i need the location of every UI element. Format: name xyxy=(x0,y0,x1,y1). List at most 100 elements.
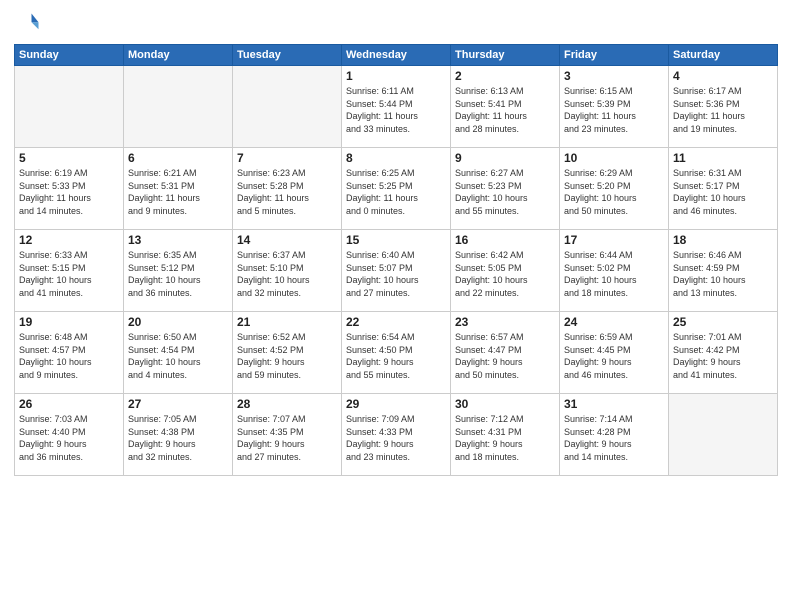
calendar-cell: 3 Sunrise: 6:15 AM Sunset: 5:39 PM Daylig… xyxy=(560,66,669,148)
day-number: 1 xyxy=(346,69,446,83)
day-number: 9 xyxy=(455,151,555,165)
calendar-cell: 2 Sunrise: 6:13 AM Sunset: 5:41 PM Daylig… xyxy=(451,66,560,148)
day-number: 18 xyxy=(673,233,773,247)
day-info: Sunrise: 7:09 AM Sunset: 4:33 PM Dayligh… xyxy=(346,413,446,463)
day-info: Sunrise: 6:11 AM Sunset: 5:44 PM Dayligh… xyxy=(346,85,446,135)
day-info: Sunrise: 6:23 AM Sunset: 5:28 PM Dayligh… xyxy=(237,167,337,217)
day-info: Sunrise: 6:50 AM Sunset: 4:54 PM Dayligh… xyxy=(128,331,228,381)
logo-icon xyxy=(14,10,42,38)
calendar-cell: 29 Sunrise: 7:09 AM Sunset: 4:33 PM Dayli… xyxy=(342,394,451,476)
calendar-cell: 9 Sunrise: 6:27 AM Sunset: 5:23 PM Daylig… xyxy=(451,148,560,230)
weekday-header-thursday: Thursday xyxy=(451,45,560,66)
calendar-cell: 5Sunrise: 6:19 AM Sunset: 5:33 PM Daylig… xyxy=(15,148,124,230)
calendar-cell: 12 Sunrise: 6:33 AM Sunset: 5:15 PM Dayli… xyxy=(15,230,124,312)
week-row-3: 12 Sunrise: 6:33 AM Sunset: 5:15 PM Dayli… xyxy=(15,230,778,312)
day-number: 19 xyxy=(19,315,119,329)
day-info: Sunrise: 7:05 AM Sunset: 4:38 PM Dayligh… xyxy=(128,413,228,463)
header xyxy=(14,10,778,38)
calendar-cell: 16 Sunrise: 6:42 AM Sunset: 5:05 PM Dayli… xyxy=(451,230,560,312)
day-number: 2 xyxy=(455,69,555,83)
day-info: Sunrise: 6:15 AM Sunset: 5:39 PM Dayligh… xyxy=(564,85,664,135)
day-info: Sunrise: 7:03 AM Sunset: 4:40 PM Dayligh… xyxy=(19,413,119,463)
calendar-cell: 10Sunrise: 6:29 AM Sunset: 5:20 PM Dayli… xyxy=(560,148,669,230)
calendar-cell xyxy=(124,66,233,148)
weekday-header-monday: Monday xyxy=(124,45,233,66)
day-info: Sunrise: 6:21 AM Sunset: 5:31 PM Dayligh… xyxy=(128,167,228,217)
day-info: Sunrise: 6:40 AM Sunset: 5:07 PM Dayligh… xyxy=(346,249,446,299)
day-number: 29 xyxy=(346,397,446,411)
day-number: 25 xyxy=(673,315,773,329)
day-number: 11 xyxy=(673,151,773,165)
page: SundayMondayTuesdayWednesdayThursdayFrid… xyxy=(0,0,792,612)
weekday-header-sunday: Sunday xyxy=(15,45,124,66)
day-info: Sunrise: 6:42 AM Sunset: 5:05 PM Dayligh… xyxy=(455,249,555,299)
calendar-cell: 17 Sunrise: 6:44 AM Sunset: 5:02 PM Dayli… xyxy=(560,230,669,312)
day-number: 6 xyxy=(128,151,228,165)
calendar-cell: 20 Sunrise: 6:50 AM Sunset: 4:54 PM Dayli… xyxy=(124,312,233,394)
logo xyxy=(14,10,44,38)
day-number: 8 xyxy=(346,151,446,165)
day-number: 21 xyxy=(237,315,337,329)
day-info: Sunrise: 6:27 AM Sunset: 5:23 PM Dayligh… xyxy=(455,167,555,217)
day-info: Sunrise: 6:37 AM Sunset: 5:10 PM Dayligh… xyxy=(237,249,337,299)
calendar-cell: 8 Sunrise: 6:25 AM Sunset: 5:25 PM Daylig… xyxy=(342,148,451,230)
calendar-cell: 4Sunrise: 6:17 AM Sunset: 5:36 PM Daylig… xyxy=(669,66,778,148)
day-number: 28 xyxy=(237,397,337,411)
day-info: Sunrise: 7:14 AM Sunset: 4:28 PM Dayligh… xyxy=(564,413,664,463)
weekday-header-friday: Friday xyxy=(560,45,669,66)
day-info: Sunrise: 6:35 AM Sunset: 5:12 PM Dayligh… xyxy=(128,249,228,299)
calendar-cell: 24Sunrise: 6:59 AM Sunset: 4:45 PM Dayli… xyxy=(560,312,669,394)
day-info: Sunrise: 7:07 AM Sunset: 4:35 PM Dayligh… xyxy=(237,413,337,463)
day-info: Sunrise: 7:12 AM Sunset: 4:31 PM Dayligh… xyxy=(455,413,555,463)
calendar-cell: 26 Sunrise: 7:03 AM Sunset: 4:40 PM Dayli… xyxy=(15,394,124,476)
calendar-cell: 7 Sunrise: 6:23 AM Sunset: 5:28 PM Daylig… xyxy=(233,148,342,230)
calendar-cell: 28 Sunrise: 7:07 AM Sunset: 4:35 PM Dayli… xyxy=(233,394,342,476)
day-number: 4 xyxy=(673,69,773,83)
day-info: Sunrise: 6:57 AM Sunset: 4:47 PM Dayligh… xyxy=(455,331,555,381)
day-info: Sunrise: 6:13 AM Sunset: 5:41 PM Dayligh… xyxy=(455,85,555,135)
day-number: 3 xyxy=(564,69,664,83)
day-info: Sunrise: 6:44 AM Sunset: 5:02 PM Dayligh… xyxy=(564,249,664,299)
day-number: 27 xyxy=(128,397,228,411)
calendar-cell: 15 Sunrise: 6:40 AM Sunset: 5:07 PM Dayli… xyxy=(342,230,451,312)
day-info: Sunrise: 6:46 AM Sunset: 4:59 PM Dayligh… xyxy=(673,249,773,299)
week-row-1: 1 Sunrise: 6:11 AM Sunset: 5:44 PM Daylig… xyxy=(15,66,778,148)
day-info: Sunrise: 6:54 AM Sunset: 4:50 PM Dayligh… xyxy=(346,331,446,381)
day-number: 17 xyxy=(564,233,664,247)
day-number: 16 xyxy=(455,233,555,247)
day-number: 20 xyxy=(128,315,228,329)
calendar-cell: 31 Sunrise: 7:14 AM Sunset: 4:28 PM Dayli… xyxy=(560,394,669,476)
day-info: Sunrise: 6:25 AM Sunset: 5:25 PM Dayligh… xyxy=(346,167,446,217)
calendar-table: SundayMondayTuesdayWednesdayThursdayFrid… xyxy=(14,44,778,476)
week-row-2: 5Sunrise: 6:19 AM Sunset: 5:33 PM Daylig… xyxy=(15,148,778,230)
day-info: Sunrise: 6:52 AM Sunset: 4:52 PM Dayligh… xyxy=(237,331,337,381)
day-info: Sunrise: 6:31 AM Sunset: 5:17 PM Dayligh… xyxy=(673,167,773,217)
calendar-cell: 6 Sunrise: 6:21 AM Sunset: 5:31 PM Daylig… xyxy=(124,148,233,230)
calendar-cell: 30Sunrise: 7:12 AM Sunset: 4:31 PM Dayli… xyxy=(451,394,560,476)
calendar-cell: 23Sunrise: 6:57 AM Sunset: 4:47 PM Dayli… xyxy=(451,312,560,394)
calendar-cell: 14 Sunrise: 6:37 AM Sunset: 5:10 PM Dayli… xyxy=(233,230,342,312)
day-number: 26 xyxy=(19,397,119,411)
day-number: 13 xyxy=(128,233,228,247)
day-number: 7 xyxy=(237,151,337,165)
day-info: Sunrise: 6:33 AM Sunset: 5:15 PM Dayligh… xyxy=(19,249,119,299)
day-number: 24 xyxy=(564,315,664,329)
day-info: Sunrise: 6:48 AM Sunset: 4:57 PM Dayligh… xyxy=(19,331,119,381)
day-number: 31 xyxy=(564,397,664,411)
day-number: 22 xyxy=(346,315,446,329)
weekday-header-row: SundayMondayTuesdayWednesdayThursdayFrid… xyxy=(15,45,778,66)
calendar-cell: 1 Sunrise: 6:11 AM Sunset: 5:44 PM Daylig… xyxy=(342,66,451,148)
day-info: Sunrise: 7:01 AM Sunset: 4:42 PM Dayligh… xyxy=(673,331,773,381)
day-number: 12 xyxy=(19,233,119,247)
day-number: 15 xyxy=(346,233,446,247)
calendar-cell xyxy=(15,66,124,148)
day-number: 14 xyxy=(237,233,337,247)
calendar-cell xyxy=(233,66,342,148)
calendar-cell: 25 Sunrise: 7:01 AM Sunset: 4:42 PM Dayli… xyxy=(669,312,778,394)
calendar-cell: 21 Sunrise: 6:52 AM Sunset: 4:52 PM Dayli… xyxy=(233,312,342,394)
calendar-cell: 22 Sunrise: 6:54 AM Sunset: 4:50 PM Dayli… xyxy=(342,312,451,394)
weekday-header-wednesday: Wednesday xyxy=(342,45,451,66)
weekday-header-saturday: Saturday xyxy=(669,45,778,66)
calendar-cell: 13 Sunrise: 6:35 AM Sunset: 5:12 PM Dayli… xyxy=(124,230,233,312)
calendar-cell xyxy=(669,394,778,476)
